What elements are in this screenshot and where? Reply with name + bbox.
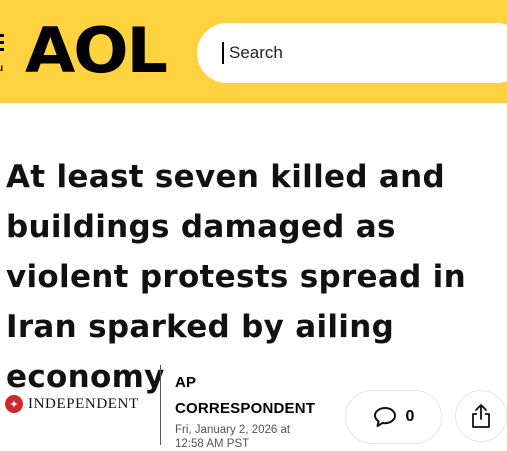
article-headline: At least seven killed and buildings dama… (6, 159, 466, 395)
eagle-icon: ✦ (5, 395, 23, 413)
aol-logo[interactable]: AOL (25, 20, 168, 82)
author-line-1: AP (175, 374, 197, 391)
publish-date-line-2: 12:58 AM PST (175, 438, 250, 450)
text-caret (222, 42, 224, 64)
share-button[interactable] (455, 390, 507, 442)
byline-divider (160, 365, 161, 445)
byline: AP CORRESPONDENT Fri, January 2, 2026 at… (175, 370, 325, 450)
comment-count: 0 (405, 408, 415, 425)
author-line-2: CORRESPONDENT (175, 400, 316, 417)
top-header: u AOL (0, 0, 507, 103)
source-name: INDEPENDENT (28, 395, 139, 412)
share-icon (472, 404, 490, 428)
menu-label[interactable]: u (0, 63, 3, 74)
search-input[interactable] (229, 43, 489, 63)
comment-icon (373, 407, 396, 427)
publish-date-line-1: Fri, January 2, 2026 at (175, 424, 291, 436)
source-logo[interactable]: ✦ INDEPENDENT (5, 395, 139, 413)
comments-button[interactable]: 0 (345, 390, 442, 444)
menu-icon[interactable] (0, 34, 6, 52)
search-box[interactable] (197, 23, 507, 83)
